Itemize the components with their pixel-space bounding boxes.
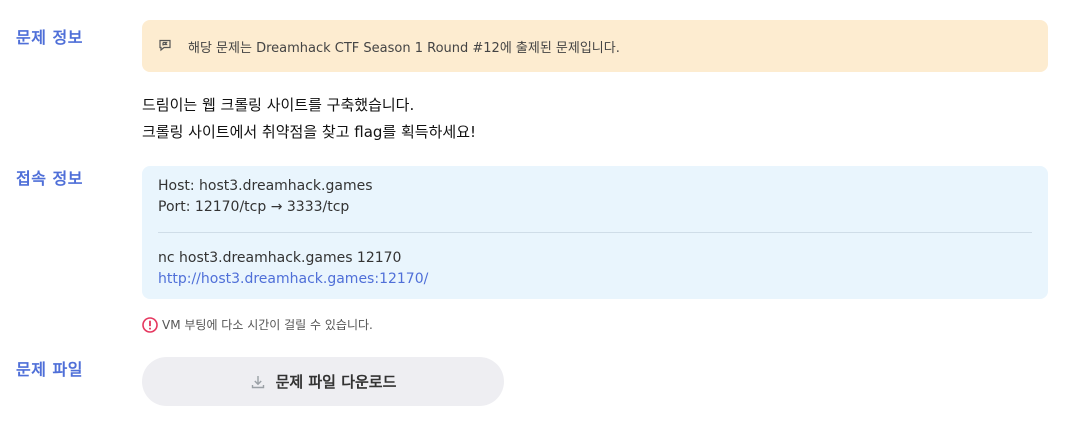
host-text[interactable]: Host: host3.dreamhack.games (158, 176, 1032, 197)
problem-description: 드림이는 웹 크롤링 사이트를 구축했습니다. 크롤링 사이트에서 취약점을 찾… (142, 92, 476, 146)
divider (158, 232, 1032, 233)
nc-command[interactable]: nc host3.dreamhack.games 12170 (158, 248, 1032, 269)
connection-info-box: Host: host3.dreamhack.games Port: 12170/… (142, 166, 1048, 299)
exclamation-circle-icon (142, 316, 158, 333)
notice-text: 해당 문제는 Dreamhack CTF Season 1 Round #12에… (188, 40, 620, 56)
download-button-label: 문제 파일 다운로드 (275, 373, 397, 391)
description-line: 드림이는 웹 크롤링 사이트를 구축했습니다. (142, 96, 415, 114)
vm-boot-warning: VM 부팅에 다소 시간이 걸릴 수 있습니다. (142, 316, 373, 333)
problem-info-label: 문제 정보 (16, 28, 83, 47)
description-line: 크롤링 사이트에서 취약점을 찾고 flag를 획득하세요! (142, 123, 477, 141)
port-text[interactable]: Port: 12170/tcp → 3333/tcp (158, 197, 1032, 218)
warning-text: VM 부팅에 다소 시간이 걸릴 수 있습니다. (162, 318, 373, 332)
access-url-link[interactable]: http://host3.dreamhack.games:12170/ (158, 271, 428, 287)
access-info-label: 접속 정보 (16, 169, 83, 188)
download-file-button[interactable]: 문제 파일 다운로드 (142, 357, 504, 406)
download-icon (250, 374, 266, 390)
message-flag-icon (158, 38, 174, 54)
problem-file-label: 문제 파일 (16, 360, 83, 379)
contest-notice: 해당 문제는 Dreamhack CTF Season 1 Round #12에… (142, 20, 1048, 72)
